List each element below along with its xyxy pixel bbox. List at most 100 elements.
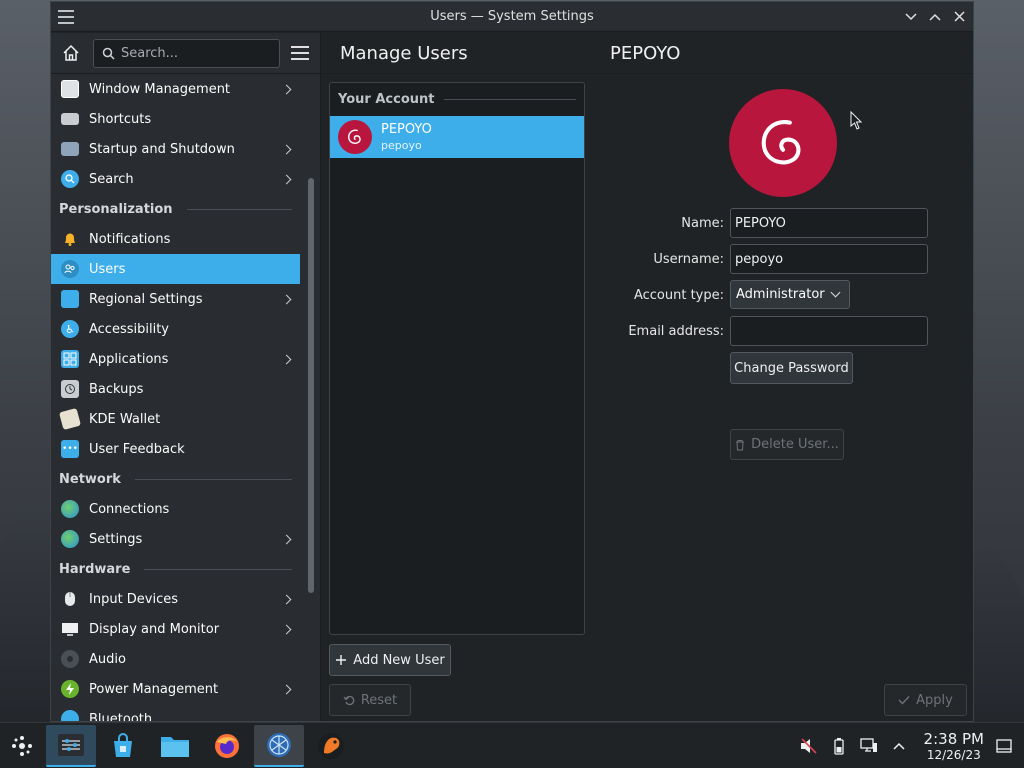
taskbar-dolphin[interactable] <box>150 725 200 767</box>
bluetooth-icon <box>61 710 79 721</box>
sidebar-item-label: Startup and Shutdown <box>89 141 235 157</box>
sidebar-item-bluetooth[interactable]: Bluetooth <box>51 704 300 721</box>
sidebar-item-display-monitor[interactable]: Display and Monitor <box>51 614 300 644</box>
show-desktop-button[interactable] <box>984 739 1024 753</box>
tray-expand-chevron-icon[interactable] <box>888 736 910 756</box>
sidebar-item-search[interactable]: Search <box>51 164 300 194</box>
account-type-select[interactable]: Administrator <box>730 280 850 309</box>
section-header-network: Network <box>51 464 300 494</box>
sidebar-item-label: KDE Wallet <box>89 411 161 427</box>
taskbar-discover[interactable] <box>98 725 148 767</box>
taskbar-network-app[interactable] <box>254 724 304 767</box>
sidebar-item-label: Regional Settings <box>89 291 203 307</box>
accessibility-icon: ♿ <box>61 320 79 338</box>
sidebar-item-kde-wallet[interactable]: KDE Wallet <box>51 404 300 434</box>
plus-icon <box>336 655 347 665</box>
sidebar-item-label: Display and Monitor <box>89 621 220 637</box>
sidebar-item-connections[interactable]: Connections <box>51 494 300 524</box>
sidebar-item-startup-shutdown[interactable]: Startup and Shutdown <box>51 134 300 164</box>
settings-app-icon[interactable] <box>58 9 74 24</box>
system-tray: 2:38 PM 12/26/23 <box>790 723 1024 768</box>
taskbar-system-settings[interactable] <box>46 724 96 767</box>
search-input[interactable] <box>121 45 271 61</box>
digital-clock[interactable]: 2:38 PM 12/26/23 <box>924 730 984 762</box>
user-list-item[interactable]: PEPOYO pepoyo <box>330 116 584 158</box>
checkmark-icon <box>898 696 910 705</box>
monitor-icon <box>61 620 79 638</box>
delete-user-button[interactable]: Delete User... <box>730 429 844 460</box>
sidebar-item-label: Settings <box>89 531 143 547</box>
account-type-label: Account type: <box>633 288 724 303</box>
sidebar-item-label: Users <box>89 261 126 277</box>
sidebar-toolbar <box>51 33 320 74</box>
email-label: Email address: <box>628 324 724 339</box>
change-password-button[interactable]: Change Password <box>730 352 853 384</box>
section-header-hardware: Hardware <box>51 554 300 584</box>
sidebar-item-regional-settings[interactable]: Regional Settings <box>51 284 300 314</box>
home-icon <box>63 44 79 61</box>
volume-muted-icon[interactable] <box>798 736 820 756</box>
user-display-name: PEPOYO <box>381 122 432 137</box>
maximize-button[interactable] <box>927 9 943 25</box>
minimize-button[interactable] <box>903 9 919 25</box>
sidebar-item-notifications[interactable]: Notifications <box>51 224 300 254</box>
discover-icon <box>114 732 132 757</box>
sidebar-item-users[interactable]: Users <box>51 254 300 284</box>
mouse-cursor-icon <box>850 111 862 130</box>
taskbar-tux-app[interactable] <box>306 725 356 767</box>
system-settings-window: Users — System Settings Search... Window… <box>50 1 974 722</box>
sidebar-item-backups[interactable]: Backups <box>51 374 300 404</box>
sidebar-item-label: Connections <box>89 501 170 517</box>
sidebar-item-power-management[interactable]: Power Management <box>51 674 300 704</box>
sidebar-item-audio[interactable]: Audio <box>51 644 300 674</box>
title-bar[interactable]: Users — System Settings <box>51 2 973 32</box>
sidebar-scrollbar[interactable] <box>308 178 314 593</box>
sidebar-item-label: Shortcuts <box>89 111 152 127</box>
hamburger-menu-button[interactable] <box>291 46 309 60</box>
startup-icon <box>61 142 79 156</box>
user-list-section-header: Your Account <box>330 83 584 116</box>
users-icon <box>61 260 79 278</box>
sidebar-item-window-management[interactable]: Window Management <box>51 74 300 104</box>
add-new-user-button[interactable]: Add New User <box>329 644 451 676</box>
sidebar-item-accessibility[interactable]: ♿ Accessibility <box>51 314 300 344</box>
account-type-value: Administrator <box>736 287 825 302</box>
clock-date: 12/26/23 <box>926 748 981 762</box>
chevron-down-icon <box>830 287 841 298</box>
home-button[interactable] <box>59 41 83 65</box>
application-launcher-button[interactable] <box>0 723 44 768</box>
show-desktop-icon <box>996 739 1012 753</box>
name-label: Name: <box>681 216 724 231</box>
sidebar-item-input-devices[interactable]: Input Devices <box>51 584 300 614</box>
system-settings-icon <box>58 733 84 756</box>
apply-button[interactable]: Apply <box>884 684 967 716</box>
close-button[interactable] <box>951 9 967 25</box>
sidebar-item-user-feedback[interactable]: ••• User Feedback <box>51 434 300 464</box>
power-icon <box>61 680 79 698</box>
section-header-personalization: Personalization <box>51 194 300 224</box>
username-label: Username: <box>653 252 724 267</box>
globe-icon <box>61 500 79 518</box>
sidebar-item-network-settings[interactable]: Settings <box>51 524 300 554</box>
speaker-icon <box>61 650 79 668</box>
username-field[interactable] <box>730 244 928 274</box>
taskbar-firefox[interactable] <box>202 725 252 767</box>
chevron-right-icon <box>281 294 292 304</box>
network-wired-icon[interactable] <box>858 736 880 756</box>
battery-icon[interactable] <box>828 736 850 756</box>
bell-icon <box>61 230 79 248</box>
sidebar-item-shortcuts[interactable]: Shortcuts <box>51 104 300 134</box>
trash-icon <box>736 439 745 450</box>
chevron-right-icon <box>281 624 292 634</box>
chevron-right-icon <box>281 84 292 94</box>
email-field[interactable] <box>730 316 928 346</box>
search-field[interactable] <box>93 38 280 68</box>
name-field[interactable] <box>730 208 928 238</box>
reset-button[interactable]: Reset <box>329 684 411 716</box>
chevron-right-icon <box>281 144 292 154</box>
user-avatar[interactable] <box>729 89 837 197</box>
clock-time: 2:38 PM <box>923 730 984 748</box>
sidebar-item-label: Applications <box>89 351 169 367</box>
user-login-name: pepoyo <box>381 139 422 152</box>
sidebar-item-applications[interactable]: Applications <box>51 344 300 374</box>
